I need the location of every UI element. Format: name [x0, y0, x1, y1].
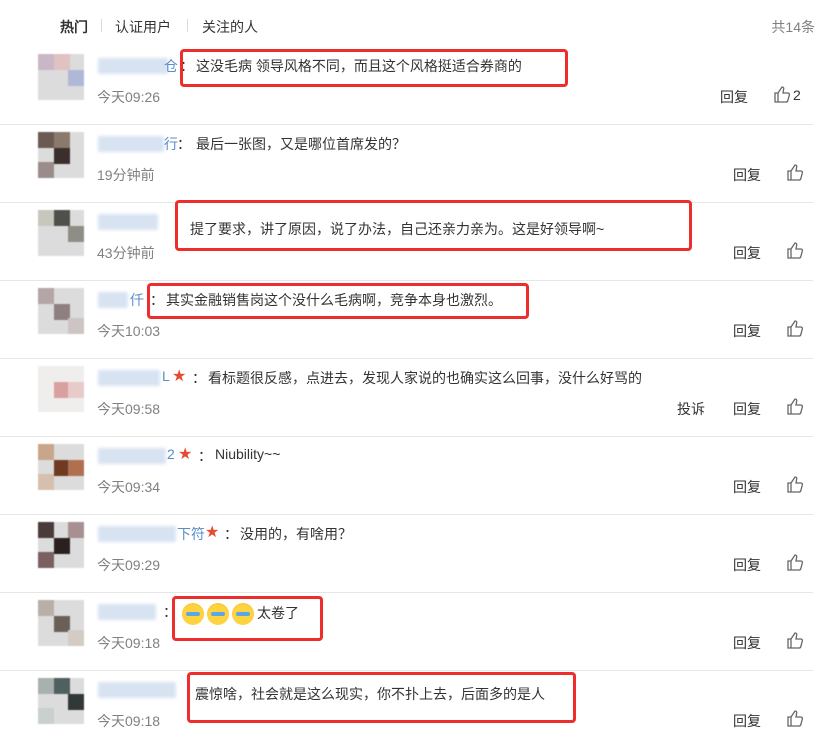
- username-tail[interactable]: 下符: [177, 524, 205, 544]
- comment-item: 2 ★ ： Niubility~~ 今天09:34 回复: [0, 436, 813, 515]
- red-highlight-box: [147, 283, 529, 319]
- reply-button[interactable]: 回复: [733, 555, 761, 575]
- comment-item: L ★ ： 看标题很反感，点进去，发现人家说的也确实这么回事，没什么好骂的 今天…: [0, 358, 813, 437]
- comment-text: 没用的，有啥用？: [240, 526, 352, 542]
- like-count: 2: [793, 87, 801, 103]
- comment-text: Niubility~~: [215, 446, 281, 462]
- red-highlight-box: [187, 672, 576, 723]
- username-blurred[interactable]: [98, 136, 164, 152]
- red-highlight-box: [175, 200, 692, 251]
- tab-hot[interactable]: 热门: [60, 17, 88, 37]
- username-blurred[interactable]: [98, 682, 176, 698]
- red-highlight-box: [180, 49, 568, 87]
- username-blurred[interactable]: [98, 292, 128, 308]
- username-tail[interactable]: 仟: [130, 290, 144, 310]
- comment-item: 震惊啥，社会就是这么现实，你不扑上去，后面多的是人 今天09:18 回复: [0, 670, 813, 748]
- avatar[interactable]: [38, 366, 84, 412]
- comment-count: 共14条: [771, 19, 815, 35]
- comment-time: 今天09:34: [97, 479, 161, 495]
- reply-button[interactable]: 回复: [733, 477, 761, 497]
- comment-time: 今天09:18: [97, 635, 161, 651]
- comment-time: 今天09:58: [97, 401, 161, 417]
- thumbs-up-icon[interactable]: [786, 554, 803, 571]
- colon: ：: [198, 448, 212, 464]
- tab-following[interactable]: 关注的人: [202, 17, 258, 37]
- comment-time: 今天09:29: [97, 557, 161, 573]
- thumbs-up-icon[interactable]: [773, 86, 790, 103]
- comment-item: ： 太卷了 今天09:18 回复: [0, 592, 813, 671]
- reply-button[interactable]: 回复: [733, 165, 761, 185]
- reply-button[interactable]: 回复: [733, 321, 761, 341]
- avatar[interactable]: [38, 678, 84, 724]
- comment-time: 43分钟前: [97, 245, 155, 261]
- star-badge-icon: ★: [178, 446, 193, 463]
- thumbs-up-icon[interactable]: [786, 398, 803, 415]
- comment-item: 行 ： 最后一张图，又是哪位首席发的？ 19分钟前 回复: [0, 124, 813, 203]
- comment-item: 下符 ★ ： 没用的，有啥用？ 今天09:29 回复: [0, 514, 813, 593]
- comment-item: 仟 ： 其实金融销售岗这个没什么毛病啊，竞争本身也激烈。 今天10:03 回复: [0, 280, 813, 359]
- reply-button[interactable]: 回复: [733, 633, 761, 653]
- username-blurred[interactable]: [98, 214, 158, 230]
- avatar[interactable]: [38, 54, 84, 100]
- colon: ：: [177, 136, 191, 152]
- username-tail[interactable]: 行: [164, 134, 178, 154]
- avatar[interactable]: [38, 522, 84, 568]
- username-blurred[interactable]: [98, 448, 166, 464]
- colon: ：: [192, 370, 206, 386]
- comment-tabs: 热门 认证用户 关注的人 共14条: [0, 0, 825, 46]
- thumbs-up-icon[interactable]: [786, 710, 803, 727]
- reply-button[interactable]: 回复: [733, 243, 761, 263]
- comment-item: 仓 ： 这没毛病 领导风格不同，而且这个风格挺适合券商的 今天09:26 回复 …: [0, 46, 813, 125]
- username-blurred[interactable]: [98, 370, 160, 386]
- comment-text: 最后一张图，又是哪位首席发的？: [196, 136, 406, 152]
- username-tail[interactable]: L: [162, 368, 170, 384]
- comment-time: 19分钟前: [97, 167, 155, 183]
- username-tail[interactable]: 仓: [164, 56, 178, 76]
- tab-verified-users[interactable]: 认证用户: [115, 17, 171, 37]
- avatar[interactable]: [38, 288, 84, 334]
- thumbs-up-icon[interactable]: [786, 320, 803, 337]
- username-blurred[interactable]: [98, 526, 176, 542]
- avatar[interactable]: [38, 132, 84, 178]
- thumbs-up-icon[interactable]: [786, 476, 803, 493]
- username-blurred[interactable]: [98, 58, 168, 74]
- avatar[interactable]: [38, 600, 84, 646]
- tab-divider: [101, 19, 102, 32]
- star-badge-icon: ★: [205, 524, 220, 541]
- colon: ：: [224, 526, 238, 542]
- comment-time: 今天09:18: [97, 713, 161, 729]
- reply-button[interactable]: 回复: [733, 711, 761, 731]
- report-button[interactable]: 投诉: [677, 399, 705, 419]
- red-highlight-box: [172, 596, 323, 641]
- reply-button[interactable]: 回复: [733, 399, 761, 419]
- reply-button[interactable]: 回复: [720, 87, 748, 107]
- avatar[interactable]: [38, 210, 84, 256]
- thumbs-up-icon[interactable]: [786, 632, 803, 649]
- username-blurred[interactable]: [98, 604, 156, 620]
- thumbs-up-icon[interactable]: [786, 164, 803, 181]
- username-tail[interactable]: 2: [167, 446, 175, 462]
- comment-time: 今天09:26: [97, 89, 161, 105]
- avatar[interactable]: [38, 444, 84, 490]
- comment-text: 看标题很反感，点进去，发现人家说的也确实这么回事，没什么好骂的: [208, 370, 642, 386]
- comment-time: 今天10:03: [97, 323, 161, 339]
- star-badge-icon: ★: [172, 368, 187, 385]
- tab-divider: [187, 19, 188, 32]
- thumbs-up-icon[interactable]: [786, 242, 803, 259]
- comment-item: 提了要求，讲了原因，说了办法，自己还亲力亲为。这是好领导啊~ 43分钟前 回复: [0, 200, 813, 281]
